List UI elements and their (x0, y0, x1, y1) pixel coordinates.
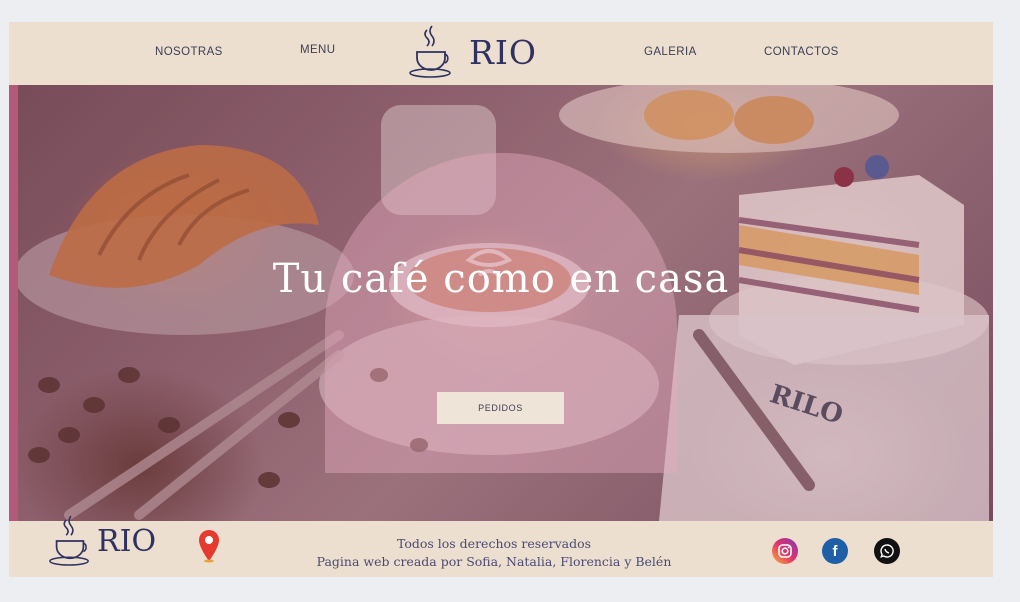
pedidos-button[interactable]: PEDIDOS (437, 392, 564, 424)
coffee-cup-icon (409, 25, 451, 78)
hero-edge-accent (9, 85, 18, 521)
footer-text: Todos los derechos reservados Pagina web… (309, 535, 679, 571)
footer-rights: Todos los derechos reservados (396, 536, 592, 551)
logo-text: RIO (469, 32, 537, 72)
coffee-cup-icon (49, 515, 89, 566)
map-pin-icon[interactable] (198, 529, 220, 563)
hero-banner: RILO Tu café como en casa PEDIDOS (9, 85, 993, 521)
nav-menu[interactable]: MENU (300, 44, 335, 56)
nav-galeria[interactable]: GALERIA (644, 46, 697, 58)
header: NOSOTRAS MENU RIO GALERIA CONTACTOS (9, 22, 993, 85)
nav-contactos[interactable]: CONTACTOS (764, 46, 839, 58)
nav-nosotras[interactable]: NOSOTRAS (155, 46, 223, 58)
instagram-icon[interactable] (772, 538, 798, 564)
hero-title: Tu café como en casa (272, 256, 730, 302)
footer: RIO Todos los derechos reservados Pagina… (9, 515, 993, 577)
facebook-icon[interactable]: f (822, 538, 848, 564)
whatsapp-icon[interactable] (874, 538, 900, 564)
footer-logo-text: RIO (97, 523, 157, 559)
facebook-glyph: f (832, 542, 838, 560)
footer-logo[interactable]: RIO (47, 513, 156, 569)
footer-credits: Pagina web creada por Sofia, Natalia, Fl… (316, 554, 672, 569)
page: NOSOTRAS MENU RIO GALERIA CONTACTOS RILO… (9, 22, 993, 577)
instagram-glyph (778, 544, 792, 558)
whatsapp-glyph (880, 544, 894, 558)
header-logo[interactable]: RIO (407, 22, 537, 82)
